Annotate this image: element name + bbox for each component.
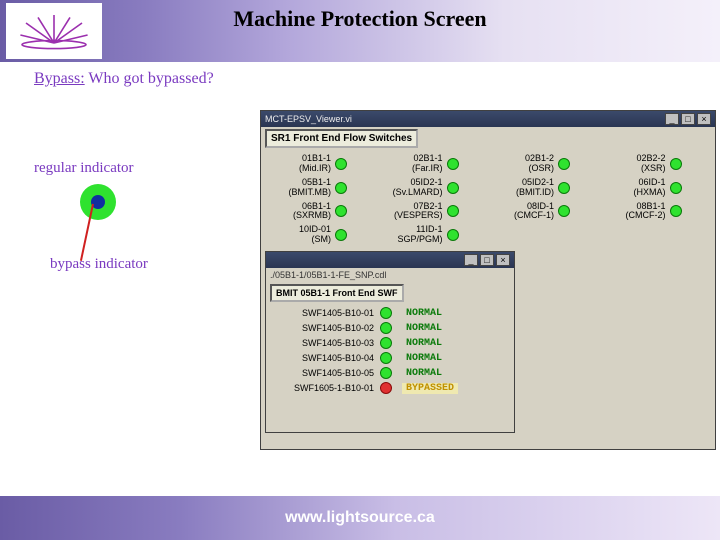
status-indicator-icon xyxy=(335,205,347,217)
switch-status: NORMAL xyxy=(402,323,446,334)
indicator-cell[interactable]: 08B1-1(CMCF-2) xyxy=(602,202,710,222)
indicator-cell[interactable]: 02B1-1(Far.IR) xyxy=(379,154,487,174)
switch-row[interactable]: SWF1405-B10-02 NORMAL xyxy=(272,322,508,334)
switch-status: NORMAL xyxy=(402,368,446,379)
switch-row[interactable]: SWF1405-B10-05 NORMAL xyxy=(272,367,508,379)
indicator-cell[interactable]: 02B2-2(XSR) xyxy=(602,154,710,174)
switch-status: NORMAL xyxy=(402,353,446,364)
footer-url: www.lightsource.ca xyxy=(285,509,435,527)
status-indicator-icon xyxy=(380,307,392,319)
switch-status: NORMAL xyxy=(402,338,446,349)
indicator-label: 06B1-1(SXRMB) xyxy=(267,202,335,222)
indicator-label: 11ID-1SGP/PGM) xyxy=(379,225,447,245)
indicator-label: 10ID-01(SM) xyxy=(267,225,335,245)
page-title: Machine Protection Screen xyxy=(0,6,720,32)
indicator-cell[interactable]: 05ID2-1(BMIT.ID) xyxy=(490,178,598,198)
status-indicator-icon xyxy=(558,158,570,170)
indicator-cell[interactable]: 07B2-1(VESPERS) xyxy=(379,202,487,222)
subtitle-keyword: Bypass: xyxy=(34,70,85,87)
switch-status: BYPASSED xyxy=(402,383,458,394)
detail-maximize-button[interactable]: □ xyxy=(480,254,494,266)
legend-indicator xyxy=(80,184,116,220)
indicator-label: 01B1-1(Mid.IR) xyxy=(267,154,335,174)
indicator-label: 05ID2-1(BMIT.ID) xyxy=(490,178,558,198)
inspector-window: MCT-EPSV_Viewer.vi _ □ × SR1 Front End F… xyxy=(260,110,716,450)
status-indicator-icon xyxy=(335,158,347,170)
status-indicator-icon xyxy=(380,337,392,349)
legend-regular-label: regular indicator xyxy=(34,160,134,177)
switch-name: SWF1405-B10-03 xyxy=(272,338,380,348)
indicator-cell[interactable]: 01B1-1(Mid.IR) xyxy=(267,154,375,174)
switch-name: SWF1405-B10-01 xyxy=(272,308,380,318)
detail-close-button[interactable]: × xyxy=(496,254,510,266)
subtitle-rest: Who got bypassed? xyxy=(85,70,214,87)
status-indicator-icon xyxy=(447,182,459,194)
switch-name: SWF1405-B10-05 xyxy=(272,368,380,378)
window-title: MCT-EPSV_Viewer.vi xyxy=(265,114,352,124)
status-indicator-icon xyxy=(670,158,682,170)
status-indicator-icon xyxy=(447,205,459,217)
indicator-cell[interactable]: 11ID-1SGP/PGM) xyxy=(379,225,487,245)
indicator-label: 05ID2-1(Sv.LMARD) xyxy=(379,178,447,198)
indicator-cell[interactable]: 06ID-1(HXMA) xyxy=(602,178,710,198)
switch-name: SWF1405-B10-02 xyxy=(272,323,380,333)
status-indicator-icon xyxy=(335,229,347,241)
status-indicator-icon xyxy=(447,158,459,170)
indicator-label: 05B1-1(BMIT.MB) xyxy=(267,178,335,198)
detail-minimize-button[interactable]: _ xyxy=(464,254,478,266)
indicator-cell[interactable]: 05B1-1(BMIT.MB) xyxy=(267,178,375,198)
indicator-label: 02B1-2(OSR) xyxy=(490,154,558,174)
indicator-cell[interactable]: 08ID-1(CMCF-1) xyxy=(490,202,598,222)
switch-rows: SWF1405-B10-01 NORMAL SWF1405-B10-02 NORMAL… xyxy=(266,304,514,400)
switch-row[interactable]: SWF1605-1-B10-01 BYPASSED xyxy=(272,382,508,394)
footer: www.lightsource.ca xyxy=(0,496,720,540)
indicator-cell[interactable]: 05ID2-1(Sv.LMARD) xyxy=(379,178,487,198)
indicator-grid: 01B1-1(Mid.IR) 02B1-1(Far.IR) 02B1-2(OSR) 0… xyxy=(261,150,715,253)
status-indicator-icon xyxy=(558,182,570,194)
switch-row[interactable]: SWF1405-B10-01 NORMAL xyxy=(272,307,508,319)
status-indicator-icon xyxy=(380,352,392,364)
status-indicator-icon xyxy=(670,182,682,194)
switch-name: SWF1405-B10-04 xyxy=(272,353,380,363)
detail-titlebar[interactable]: _ □ × xyxy=(266,252,514,268)
indicator-label: 02B2-2(XSR) xyxy=(602,154,670,174)
status-indicator-icon xyxy=(670,205,682,217)
indicator-cell[interactable]: 02B1-2(OSR) xyxy=(490,154,598,174)
status-indicator-icon xyxy=(447,229,459,241)
switch-name: SWF1605-1-B10-01 xyxy=(272,383,380,393)
status-indicator-icon xyxy=(380,367,392,379)
subtitle: Bypass: Who got bypassed? xyxy=(34,70,214,88)
indicator-label: 07B2-1(VESPERS) xyxy=(379,202,447,222)
minimize-button[interactable]: _ xyxy=(665,113,679,125)
indicator-label: 08B1-1(CMCF-2) xyxy=(602,202,670,222)
status-indicator-icon xyxy=(380,322,392,334)
banner: Machine Protection Screen xyxy=(0,0,720,62)
switch-row[interactable]: SWF1405-B10-04 NORMAL xyxy=(272,352,508,364)
legend-bypass-label: bypass indicator xyxy=(50,256,148,273)
maximize-button[interactable]: □ xyxy=(681,113,695,125)
close-button[interactable]: × xyxy=(697,113,711,125)
status-indicator-icon xyxy=(380,382,392,394)
switch-status: NORMAL xyxy=(402,308,446,319)
detail-panel-title: BMIT 05B1-1 Front End SWF xyxy=(270,284,404,302)
panel-title: SR1 Front End Flow Switches xyxy=(265,129,418,148)
status-indicator-icon xyxy=(558,205,570,217)
indicator-label: 08ID-1(CMCF-1) xyxy=(490,202,558,222)
status-indicator-icon xyxy=(335,182,347,194)
indicator-cell[interactable]: 10ID-01(SM) xyxy=(267,225,375,245)
detail-path: ./05B1-1/05B1-1-FE_SNP.cdl xyxy=(266,268,514,282)
indicator-label: 06ID-1(HXMA) xyxy=(602,178,670,198)
titlebar[interactable]: MCT-EPSV_Viewer.vi _ □ × xyxy=(261,111,715,127)
switch-row[interactable]: SWF1405-B10-03 NORMAL xyxy=(272,337,508,349)
detail-window: _ □ × ./05B1-1/05B1-1-FE_SNP.cdl BMIT 05… xyxy=(265,251,515,433)
indicator-cell[interactable]: 06B1-1(SXRMB) xyxy=(267,202,375,222)
indicator-label: 02B1-1(Far.IR) xyxy=(379,154,447,174)
